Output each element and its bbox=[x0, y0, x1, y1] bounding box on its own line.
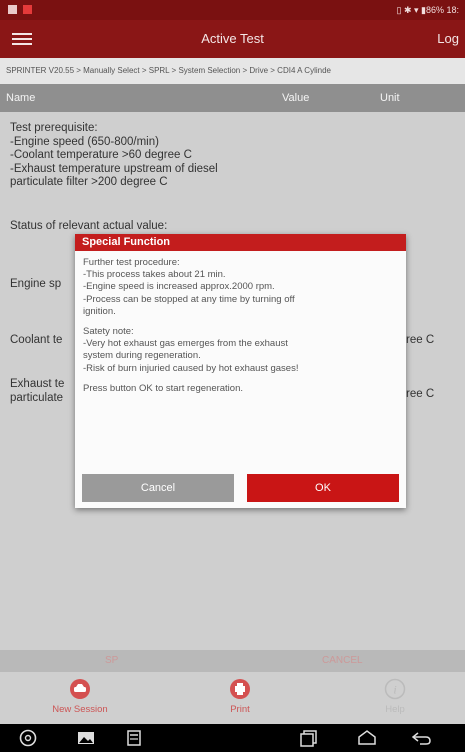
dialog-line: -This process takes about 21 min. bbox=[83, 269, 226, 281]
new-session-button[interactable]: New Session bbox=[40, 678, 120, 715]
dialog-line: -Process can be stopped at any time by t… bbox=[83, 293, 295, 305]
test-prerequisite: Test prerequisite: -Engine speed (650-80… bbox=[10, 122, 218, 190]
dialog-line: -Risk of burn injuried caused by hot exh… bbox=[83, 362, 299, 374]
print-button[interactable]: Print bbox=[200, 678, 280, 715]
help-label: Help bbox=[385, 704, 405, 715]
log-button[interactable]: Log bbox=[437, 31, 459, 46]
prereq-line: particulate filter >200 degree C bbox=[10, 176, 168, 188]
dialog-line: Further test procedure: bbox=[83, 257, 180, 268]
prereq-line: -Engine speed (650-800/min) bbox=[10, 135, 159, 148]
column-name: Name bbox=[6, 92, 36, 104]
column-value: Value bbox=[282, 92, 310, 104]
dialog-line: system during regeneration. bbox=[83, 350, 201, 362]
dialog-line: ignition. bbox=[83, 305, 116, 317]
dialog-instruction: Press button OK to start regeneration. bbox=[83, 383, 398, 395]
row-engine-speed[interactable]: Engine sp bbox=[10, 278, 61, 292]
row-exhaust-temp[interactable]: Exhaust te particulate bbox=[10, 378, 64, 405]
dialog-title: Special Function bbox=[75, 234, 406, 251]
status-left-icons bbox=[8, 5, 32, 14]
row-exhaust-unit: ree C bbox=[406, 388, 435, 400]
svg-text:i: i bbox=[393, 683, 396, 697]
dialog-line: Satety note: bbox=[83, 326, 134, 338]
row-exhaust-label: Exhaust te bbox=[10, 378, 65, 390]
bottom-tabs: SP CANCEL bbox=[0, 650, 465, 672]
row-coolant-temp[interactable]: Coolant te bbox=[10, 334, 62, 348]
tab-cancel[interactable]: CANCEL bbox=[322, 650, 363, 672]
info-icon: i bbox=[384, 678, 406, 700]
status-bar: ▯ ✱ ▾ ▮86% 18: bbox=[0, 0, 465, 20]
help-button[interactable]: i Help bbox=[355, 678, 435, 715]
status-heading: Status of relevant actual value: bbox=[10, 220, 168, 232]
car-icon bbox=[70, 679, 90, 699]
recents-icon[interactable] bbox=[298, 729, 320, 747]
home-icon[interactable] bbox=[356, 729, 378, 747]
ok-button[interactable]: OK bbox=[247, 474, 399, 502]
prereq-line: -Exhaust temperature upstream of diesel bbox=[10, 162, 218, 175]
browser-icon[interactable] bbox=[18, 729, 38, 747]
dialog-procedure: Further test procedure: -This process ta… bbox=[83, 257, 398, 318]
navigation-bar bbox=[0, 724, 465, 752]
prereq-line: Test prerequisite: bbox=[10, 122, 98, 134]
printer-icon bbox=[230, 679, 250, 699]
dialog-body: Further test procedure: -This process ta… bbox=[75, 251, 406, 395]
row-coolant-unit: ree C bbox=[406, 334, 435, 346]
print-label: Print bbox=[230, 704, 250, 715]
notification-icon bbox=[8, 5, 17, 14]
new-session-label: New Session bbox=[52, 704, 108, 715]
prereq-line: -Coolant temperature >60 degree C bbox=[10, 149, 192, 161]
dialog-buttons: Cancel OK bbox=[81, 474, 400, 502]
dialog-safety-note: Satety note: -Very hot exhaust gas emerg… bbox=[83, 326, 398, 375]
app-bar: Active Test Log bbox=[0, 20, 465, 58]
breadcrumb: SPRINTER V20.55 > Manually Select > SPRL… bbox=[0, 58, 465, 84]
column-unit: Unit bbox=[380, 92, 400, 104]
tab-sp[interactable]: SP bbox=[105, 650, 118, 672]
alert-icon bbox=[23, 5, 32, 14]
row-exhaust-label-2: particulate bbox=[10, 391, 64, 404]
cancel-button[interactable]: Cancel bbox=[82, 474, 234, 502]
dialog-line: -Engine speed is increased approx.2000 r… bbox=[83, 281, 275, 293]
gallery-icon[interactable] bbox=[76, 729, 96, 747]
dialog-line: Press button OK to start regeneration. bbox=[83, 382, 244, 394]
dialog-line: -Very hot exhaust gas emerges from the e… bbox=[83, 338, 288, 350]
status-indicators: ▯ ✱ ▾ ▮86% 18: bbox=[396, 5, 460, 15]
page-title: Active Test bbox=[201, 31, 264, 46]
action-bar: New Session Print i Help bbox=[0, 672, 465, 724]
calculator-icon[interactable] bbox=[124, 729, 144, 747]
special-function-dialog: Special Function Further test procedure:… bbox=[75, 234, 406, 508]
back-icon[interactable] bbox=[410, 729, 434, 747]
table-header: Name Value Unit bbox=[0, 84, 465, 112]
